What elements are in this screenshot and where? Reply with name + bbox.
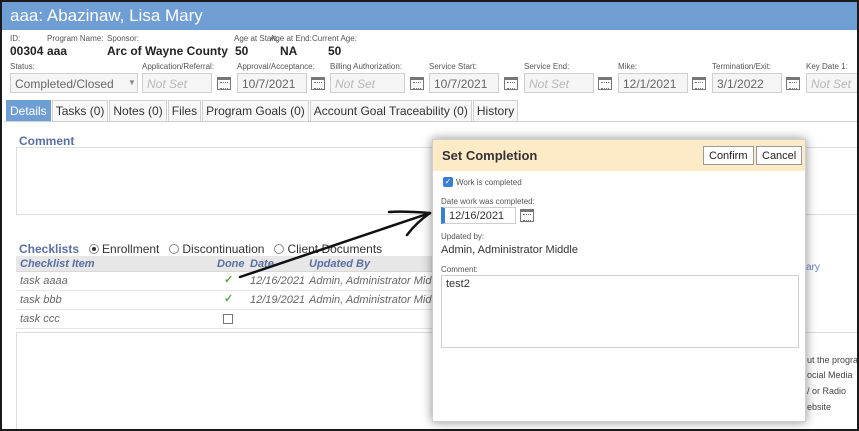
table-row[interactable]: task bbb ✓ 12/19/2021 Admin, Administrat… — [16, 291, 446, 310]
age-start-value: 50 — [235, 44, 249, 58]
billing-date-input[interactable]: Not Set — [330, 73, 405, 93]
approval-date-input[interactable]: 10/7/2021 — [237, 73, 307, 93]
checklists-header: Checklists Enrollment Discontinuation Cl… — [19, 242, 382, 256]
calendar-icon[interactable] — [504, 77, 518, 90]
tab-history[interactable]: History — [472, 100, 519, 121]
program-value: aaa — [47, 44, 68, 58]
tab-bar: Details Tasks (0) Notes (0) Files Progra… — [6, 100, 519, 121]
calendar-icon[interactable] — [786, 77, 800, 90]
row-updated-by: Admin, Administrator Middle — [309, 294, 447, 306]
service-end-label: Service End: — [524, 62, 570, 71]
row-updated-by: Admin, Administrator Middle — [309, 275, 447, 287]
background-text: / or Radio — [807, 386, 847, 396]
col-checklist-item: Checklist Item — [20, 258, 95, 270]
table-row[interactable]: task ccc — [16, 310, 436, 329]
tab-account-goal-traceability[interactable]: Account Goal Traceability (0) — [309, 100, 472, 121]
table-row[interactable]: task aaaa ✓ 12/16/2021 Admin, Administra… — [16, 272, 446, 291]
id-value: 00304 — [10, 44, 44, 58]
age-end-label: Age at End: — [270, 34, 312, 43]
dialog-title: Set Completion — [442, 148, 538, 163]
chevron-down-icon: ▼ — [128, 78, 136, 87]
row-date: 12/16/2021 — [250, 275, 306, 287]
radio-discontinuation[interactable] — [169, 244, 180, 254]
service-start-input[interactable]: 10/7/2021 — [429, 73, 499, 93]
tab-tasks[interactable]: Tasks (0) — [51, 100, 109, 121]
calendar-icon[interactable] — [598, 77, 612, 90]
work-completed-label: Work is completed — [456, 178, 522, 187]
comment-section-title: Comment — [19, 134, 75, 148]
background-text: ut the program — [807, 355, 859, 365]
key-date-input[interactable]: Not Set — [806, 73, 857, 93]
calendar-icon[interactable] — [520, 209, 534, 222]
comment-label: Comment: — [441, 265, 478, 274]
radio-discontinuation-label: Discontinuation — [182, 242, 265, 256]
billing-label: Billing Authorization: — [330, 62, 403, 71]
application-date-input[interactable]: Not Set — [142, 73, 212, 93]
done-checkbox[interactable] — [223, 314, 233, 324]
checkmark-icon[interactable]: ✓ — [224, 292, 233, 305]
age-end-value: NA — [280, 44, 298, 58]
col-date: Date — [250, 258, 274, 270]
mike-label: Mike: — [618, 62, 638, 71]
status-select[interactable]: Completed/Closed — [10, 73, 138, 93]
background-link[interactable]: ary — [806, 262, 820, 273]
approval-label: Approval/Acceptance: — [237, 62, 315, 71]
tab-files[interactable]: Files — [167, 100, 202, 121]
background-text: ebsite — [807, 402, 832, 412]
radio-enrollment-label: Enrollment — [102, 242, 160, 256]
background-text: ocial Media — [807, 370, 853, 380]
row-date: 12/19/2021 — [250, 294, 306, 306]
current-age-label: Current Age: — [312, 34, 357, 43]
confirm-button[interactable]: Confirm — [703, 146, 754, 165]
table-header: Checklist Item Done Date Updated By — [16, 256, 436, 272]
calendar-icon[interactable] — [217, 77, 231, 90]
checklist-table: Checklist Item Done Date Updated By task… — [16, 256, 446, 329]
sponsor-value: Arc of Wayne County — [107, 44, 228, 58]
checklists-title: Checklists — [19, 242, 80, 256]
radio-enrollment[interactable] — [89, 244, 100, 254]
calendar-icon[interactable] — [692, 77, 706, 90]
dialog-header: Set Completion Confirm Cancel — [433, 140, 805, 171]
checkmark-icon[interactable]: ✓ — [224, 273, 233, 286]
radio-client-documents-label: Client Documents — [287, 242, 383, 256]
checklist-item: task ccc — [20, 313, 60, 325]
checklist-item: task bbb — [20, 294, 62, 306]
completion-date-input[interactable]: 12/16/2021 — [441, 207, 516, 224]
set-completion-dialog: Set Completion Confirm Cancel ✓ Work is … — [432, 139, 806, 422]
tab-details[interactable]: Details — [6, 100, 51, 121]
col-done: Done — [217, 258, 245, 270]
date-label: Date work was completed: — [441, 197, 535, 206]
current-age-value: 50 — [328, 44, 342, 58]
status-label: Status: — [10, 62, 35, 71]
cancel-button[interactable]: Cancel — [756, 146, 803, 165]
service-start-label: Service Start: — [429, 62, 478, 71]
termination-date-input[interactable]: 3/1/2022 — [712, 73, 782, 93]
application-label: Application/Referral: — [142, 62, 215, 71]
page-title: aaa: Abazinaw, Lisa Mary — [2, 2, 857, 30]
calendar-icon[interactable] — [410, 77, 424, 90]
updated-by-value: Admin, Administrator Middle — [441, 244, 578, 256]
radio-client-documents[interactable] — [274, 244, 285, 254]
mike-date-input[interactable]: 12/1/2021 — [618, 73, 688, 93]
program-label: Program Name: — [47, 34, 104, 43]
calendar-icon[interactable] — [311, 77, 325, 90]
app-window: aaa: Abazinaw, Lisa Mary ID: Program Nam… — [0, 0, 859, 431]
termination-label: Termination/Exit: — [712, 62, 772, 71]
updated-by-label: Updated by: — [441, 232, 485, 241]
sponsor-label: Sponsor: — [107, 34, 140, 43]
checklist-item: task aaaa — [20, 275, 68, 287]
work-completed-checkbox[interactable]: ✓ — [443, 177, 453, 187]
id-label: ID: — [10, 34, 21, 43]
col-updated-by: Updated By — [309, 258, 371, 270]
key-date-label: Key Date 1: — [806, 62, 848, 71]
tab-notes[interactable]: Notes (0) — [109, 100, 167, 121]
tab-program-goals[interactable]: Program Goals (0) — [202, 100, 309, 121]
comment-textarea[interactable]: test2 — [441, 275, 799, 348]
service-end-input[interactable]: Not Set — [524, 73, 594, 93]
tab-divider — [4, 121, 857, 122]
